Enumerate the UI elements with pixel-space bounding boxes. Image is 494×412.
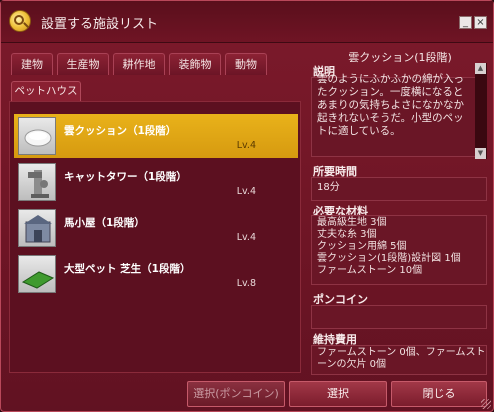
material-item: 雲クッション(1段階)設計図 1個 bbox=[317, 253, 461, 264]
close-button[interactable]: 閉じる bbox=[391, 381, 487, 407]
item-name: 馬小屋（1段階） bbox=[64, 217, 145, 229]
tab-pet-house[interactable]: ペットハウス bbox=[11, 81, 81, 101]
tab-buildings[interactable]: 建物 bbox=[11, 53, 53, 75]
tab-animals[interactable]: 動物 bbox=[225, 53, 267, 75]
poncoin-box bbox=[311, 305, 487, 329]
resize-grip[interactable] bbox=[481, 399, 491, 409]
list-item[interactable]: 雲クッション（1段階） Lv.4 bbox=[14, 114, 298, 158]
material-item: 丈夫な糸 3個 bbox=[317, 229, 377, 240]
search-icon bbox=[9, 10, 31, 32]
stable-icon bbox=[18, 209, 56, 247]
material-item: 最高級生地 3個 bbox=[317, 217, 387, 228]
cloud-cushion-icon bbox=[18, 117, 56, 155]
tab-products[interactable]: 生産物 bbox=[57, 53, 109, 75]
list-item[interactable]: 馬小屋（1段階） Lv.4 bbox=[14, 206, 298, 250]
close-icon[interactable]: × bbox=[474, 16, 487, 29]
item-level: Lv.8 bbox=[236, 278, 256, 289]
tab-decorations[interactable]: 装飾物 bbox=[169, 53, 221, 75]
window-title: 設置する施設リスト bbox=[41, 17, 159, 32]
item-name: 大型ペット 芝生（1段階） bbox=[64, 263, 191, 275]
item-level: Lv.4 bbox=[236, 140, 256, 151]
item-name: キャットタワー（1段階） bbox=[64, 171, 187, 183]
facility-list: 雲クッション（1段階） Lv.4 キャットタワー（1段階） Lv.4 馬小屋（1… bbox=[9, 101, 301, 373]
pet-lawn-icon bbox=[18, 255, 56, 293]
description-scrollbar[interactable]: ▲ ▼ bbox=[475, 63, 487, 159]
list-item[interactable]: キャットタワー（1段階） Lv.4 bbox=[14, 160, 298, 204]
cat-tower-icon bbox=[18, 163, 56, 201]
select-poncoin-button[interactable]: 選択(ポンコイン) bbox=[187, 381, 285, 407]
select-button[interactable]: 選択 bbox=[289, 381, 387, 407]
title-bar[interactable]: 設置する施設リスト _ × bbox=[1, 1, 493, 43]
upkeep-value: ファームストーン 0個、ファームストーンの欠片 0個 bbox=[317, 347, 486, 370]
item-level: Lv.4 bbox=[236, 232, 256, 243]
material-item: ファームストーン 10個 bbox=[317, 265, 423, 276]
description-text: 雲のようにふかふかの綿が入ったクッション。一度横になるとあまりの気持ちよさになか… bbox=[317, 73, 464, 137]
minimize-button[interactable]: _ bbox=[459, 16, 472, 29]
materials-list: 最高級生地 3個 丈夫な糸 3個 クッション用綿 5個 雲クッション(1段階)設… bbox=[317, 217, 487, 277]
time-value: 18分 bbox=[317, 182, 340, 193]
item-name: 雲クッション（1段階） bbox=[64, 125, 177, 137]
list-item[interactable]: 大型ペット 芝生（1段階） Lv.8 bbox=[14, 252, 298, 296]
tab-farmland[interactable]: 耕作地 bbox=[113, 53, 165, 75]
material-item: クッション用綿 5個 bbox=[317, 241, 407, 252]
item-level: Lv.4 bbox=[236, 186, 256, 197]
detail-panel: 雲クッション(1段階) 説明 雲のようにふかふかの綿が入ったクッション。一度横に… bbox=[307, 43, 493, 375]
facility-list-window: 設置する施設リスト _ × 建物 生産物 耕作地 装飾物 動物 ペットハウス 雲… bbox=[0, 0, 494, 412]
